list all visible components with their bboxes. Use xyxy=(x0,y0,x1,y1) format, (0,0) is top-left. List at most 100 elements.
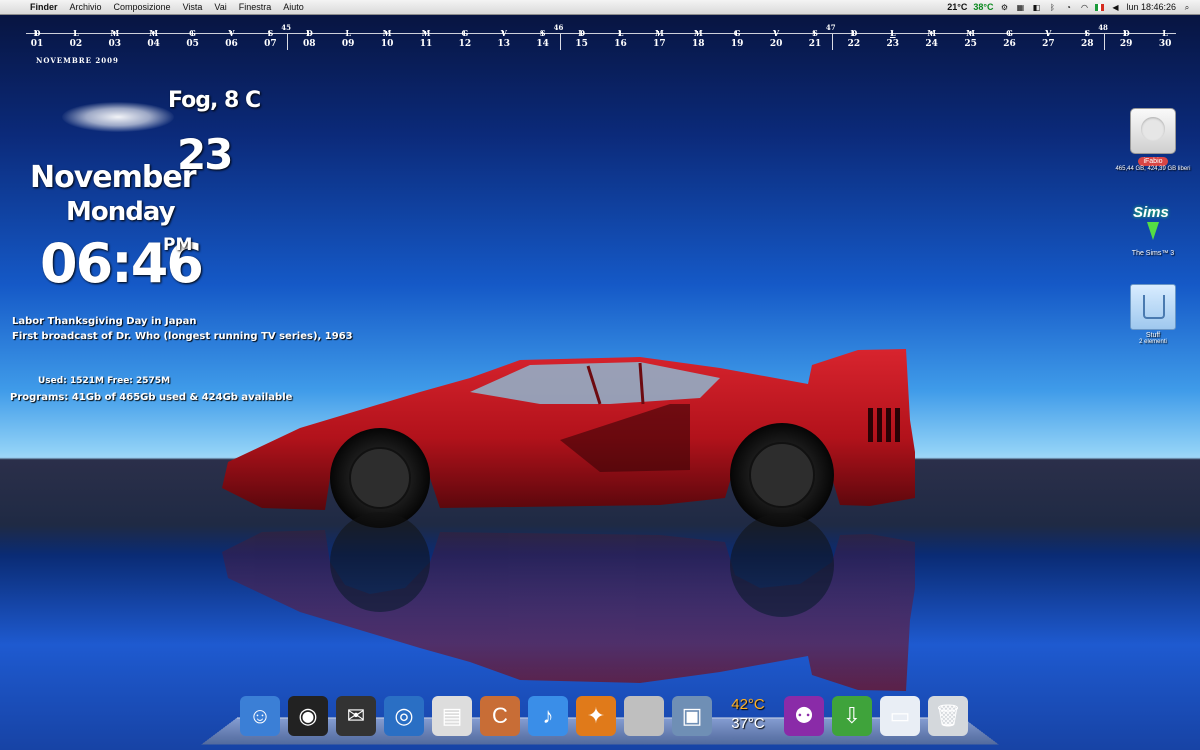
clock[interactable]: lun 18:46:26 xyxy=(1126,2,1176,12)
desktop-icon-sims3[interactable]: Sims The Sims™ 3 xyxy=(1108,196,1198,257)
calendar-day-letter: G xyxy=(189,28,197,38)
calendar-tick xyxy=(502,31,504,36)
bluetooth-icon[interactable]: ᛒ xyxy=(1047,3,1057,12)
calendar-tick xyxy=(1125,31,1127,36)
calendar-day-number: 23 xyxy=(886,39,900,49)
gpu-temp[interactable]: 38°C xyxy=(973,2,993,12)
calendar-day-number: 16 xyxy=(614,39,627,49)
calendar-week-separator xyxy=(287,34,289,50)
calendar-week-number: 45 xyxy=(281,23,292,32)
menu-vai[interactable]: Vai xyxy=(208,0,232,14)
calendar-day-number: 11 xyxy=(419,39,433,49)
weather-text: Fog, 8 C xyxy=(168,88,261,113)
calendar-day-letter: D xyxy=(850,28,858,38)
desktop-icon-stuff[interactable]: Stuff 2 elementi xyxy=(1108,284,1198,345)
dock-ichat-icon[interactable]: ◉ xyxy=(288,696,328,736)
calendar-day-letter: G xyxy=(733,28,741,38)
calendar-day-letter: M xyxy=(139,28,169,38)
menu-finder[interactable]: Finder xyxy=(24,0,64,14)
dock-contacts-icon[interactable]: ⚉ xyxy=(784,696,824,736)
volume-icon[interactable]: ◀ xyxy=(1110,3,1120,12)
dock-iphoto-icon[interactable]: ▣ xyxy=(672,696,712,736)
calendar-day-number: 30 xyxy=(1158,39,1172,49)
menu-finestra[interactable]: Finestra xyxy=(233,0,278,14)
calendar-tick xyxy=(930,31,932,36)
front-wheel xyxy=(330,428,430,528)
car-body xyxy=(222,349,915,510)
event-item: Labor Thanksgiving Day in Japan xyxy=(12,316,197,327)
calendar-tick xyxy=(541,31,543,36)
sims-icon: Sims xyxy=(1131,196,1175,248)
calendar-day-number: 07 xyxy=(264,39,277,49)
dock-stamps-icon[interactable]: ✉ xyxy=(336,696,376,736)
grid-icon[interactable]: ▦ xyxy=(1015,3,1025,12)
calendar-week-number: 48 xyxy=(1098,23,1108,32)
dock-camino-icon[interactable]: C xyxy=(480,696,520,736)
calendar-day-number: 20 xyxy=(769,39,783,49)
calendar-day-number: 04 xyxy=(147,39,160,49)
rear-wheel xyxy=(730,423,834,527)
calendar-strip: NOVEMBRE 2009 D01L02M03M04G05V06S07D08L0… xyxy=(26,22,1176,65)
calendar-tick xyxy=(1164,31,1166,36)
calendar-day-number: 27 xyxy=(1042,39,1055,49)
menu-aiuto[interactable]: Aiuto xyxy=(277,0,310,14)
menu-bar: Finder Archivio Composizione Vista Vai F… xyxy=(0,0,1200,15)
calendar-tick xyxy=(814,31,815,36)
calendar-day-letter: L xyxy=(1162,28,1168,38)
calendar-day-number: 12 xyxy=(458,39,472,49)
clock-weekday: Monday xyxy=(66,197,176,227)
calendar-day-number: 15 xyxy=(575,39,588,49)
calendar-week-separator xyxy=(559,34,561,50)
desktop-icon-hard-drive[interactable]: iFabio 465,44 GB, 424,39 GB liberi xyxy=(1108,108,1198,172)
calendar-day-number: 14 xyxy=(536,39,549,49)
fog-cloud-icon xyxy=(62,102,174,132)
dock-trash-icon[interactable]: 🗑 xyxy=(928,696,968,736)
dock-temperature-widget[interactable]: 42°C 37°C xyxy=(720,692,776,736)
spotlight-search-icon[interactable]: ⌕ xyxy=(1182,3,1192,12)
dock-itunes-icon[interactable]: ♪ xyxy=(528,696,568,736)
calendar-tick xyxy=(152,31,154,36)
flag-icon[interactable] xyxy=(1095,3,1105,11)
dock-finder-icon[interactable]: ☺ xyxy=(240,696,280,736)
calendar-tick xyxy=(580,31,582,36)
menu-composizione[interactable]: Composizione xyxy=(108,0,177,14)
calendar-day-letter: L xyxy=(889,28,896,38)
gear-icon[interactable]: ⚙ xyxy=(999,3,1009,12)
calendar-tick xyxy=(852,31,854,36)
window-icon[interactable]: ◧ xyxy=(1031,3,1041,12)
calendar-day-number: 22 xyxy=(847,39,861,49)
wifi-icon[interactable]: ◠ xyxy=(1079,3,1089,12)
hard-drive-label: iFabio xyxy=(1138,157,1168,166)
time-machine-icon[interactable]: ◔ xyxy=(1063,3,1073,12)
dock-downloads-icon[interactable]: ⇩ xyxy=(832,696,872,736)
calendar-tick xyxy=(697,31,699,36)
calendar-tick xyxy=(1086,31,1088,36)
dock-safari-icon[interactable]: ◎ xyxy=(384,696,424,736)
calendar-day-letter: G xyxy=(461,28,469,38)
calendar-tick xyxy=(969,31,971,36)
memory-usage: Used: 1521M Free: 2575M xyxy=(38,376,171,386)
calendar-day-letter: D xyxy=(1122,28,1130,38)
dock-temp-low: 37°C xyxy=(731,715,765,732)
dock-boot-camp-icon[interactable] xyxy=(624,696,664,736)
calendar-day-number: 19 xyxy=(730,39,744,49)
calendar-tick xyxy=(230,31,232,36)
calendar-day-number: 05 xyxy=(186,39,199,49)
calendar-tick xyxy=(36,31,37,36)
calendar-day-letter: D xyxy=(578,28,586,38)
disk-usage: Programs: 41Gb of 465Gb used & 424Gb ava… xyxy=(10,392,293,403)
dock-blaster-icon[interactable]: ✦ xyxy=(576,696,616,736)
menu-vista[interactable]: Vista xyxy=(177,0,209,14)
calendar-day-number: 08 xyxy=(303,39,316,49)
folder-icon xyxy=(1130,284,1176,330)
dock-mail-window-icon[interactable]: ▭ xyxy=(880,696,920,736)
menu-archivio[interactable]: Archivio xyxy=(64,0,108,14)
cpu-temp[interactable]: 21°C xyxy=(947,2,967,12)
calendar-day-letter: D xyxy=(305,28,313,38)
calendar-day-letter: D xyxy=(33,28,41,38)
event-item: First broadcast of Dr. Who (longest runn… xyxy=(12,331,353,342)
calendar-week-number: 47 xyxy=(825,23,836,32)
calendar-day-number: 01 xyxy=(30,39,44,49)
calendar-day-number: 10 xyxy=(380,39,394,49)
dock-newspaper-icon[interactable]: ▤ xyxy=(432,696,472,736)
